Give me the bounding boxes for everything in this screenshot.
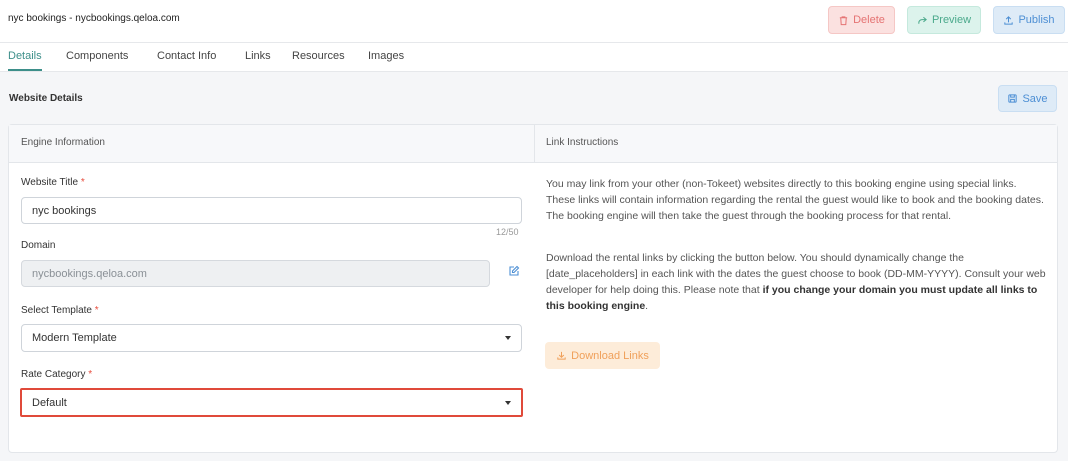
delete-button-label: Delete	[853, 14, 885, 26]
rate-category-label-text: Rate Category	[21, 369, 86, 380]
save-icon	[1008, 94, 1018, 103]
website-title-label-text: Website Title	[21, 177, 79, 188]
domain-input: nycbookings.qeloa.com	[21, 260, 490, 287]
rate-category-label: Rate Category *	[21, 369, 92, 380]
website-title-input[interactable]: nyc bookings	[21, 197, 522, 224]
download-links-button[interactable]: Download Links	[545, 342, 660, 369]
save-button-label: Save	[1022, 92, 1048, 105]
website-title-counter: 12/50	[496, 227, 519, 237]
chevron-down-icon	[505, 401, 511, 405]
website-title-label: Website Title *	[21, 177, 85, 188]
details-card: Engine Information Link Instructions Web…	[8, 124, 1058, 453]
template-select-value: Modern Template	[32, 332, 117, 344]
top-bar: nyc bookings - nycbookings.qeloa.com Del…	[0, 0, 1068, 43]
tab-components[interactable]: Components	[66, 50, 128, 69]
trash-icon	[839, 15, 848, 25]
share-icon	[918, 16, 927, 24]
required-mark: *	[80, 177, 85, 188]
download-links-label: Download Links	[571, 349, 649, 362]
template-select[interactable]: Modern Template	[21, 324, 522, 352]
preview-button-label: Preview	[931, 14, 972, 26]
tab-bar: Details Components Contact Info Links Re…	[0, 43, 1068, 72]
edit-icon[interactable]	[508, 265, 520, 277]
download-icon	[557, 351, 566, 360]
link-instructions-paragraph-2: Download the rental links by clicking th…	[546, 250, 1046, 314]
tab-contact-info[interactable]: Contact Info	[157, 50, 216, 69]
domain-label: Domain	[21, 240, 56, 251]
chevron-down-icon	[505, 336, 511, 340]
rate-category-select[interactable]: Default	[20, 388, 523, 417]
paragraph-2-end: .	[645, 300, 649, 312]
engine-info-heading: Engine Information	[21, 137, 105, 148]
publish-button-label: Publish	[1018, 14, 1055, 26]
required-mark: *	[94, 305, 99, 316]
save-button[interactable]: Save	[998, 85, 1057, 112]
required-mark: *	[88, 369, 93, 380]
tab-details[interactable]: Details	[8, 50, 42, 71]
section-title: Website Details	[9, 93, 83, 104]
rate-category-select-value: Default	[32, 396, 67, 409]
select-template-label: Select Template *	[21, 305, 99, 316]
select-template-label-text: Select Template	[21, 305, 92, 316]
card-header: Engine Information Link Instructions	[9, 125, 1057, 163]
tab-images[interactable]: Images	[368, 50, 404, 69]
link-instructions-heading: Link Instructions	[546, 137, 619, 148]
link-instructions-paragraph-1: You may link from your other (non-Tokeet…	[546, 178, 1044, 222]
publish-button[interactable]: Publish	[993, 6, 1065, 34]
delete-button[interactable]: Delete	[828, 6, 895, 34]
site-title: nyc bookings - nycbookings.qeloa.com	[8, 13, 180, 24]
tab-links[interactable]: Links	[245, 50, 271, 69]
upload-icon	[1004, 15, 1014, 25]
tab-resources[interactable]: Resources	[292, 50, 345, 69]
preview-button[interactable]: Preview	[907, 6, 981, 34]
column-divider	[534, 125, 535, 163]
